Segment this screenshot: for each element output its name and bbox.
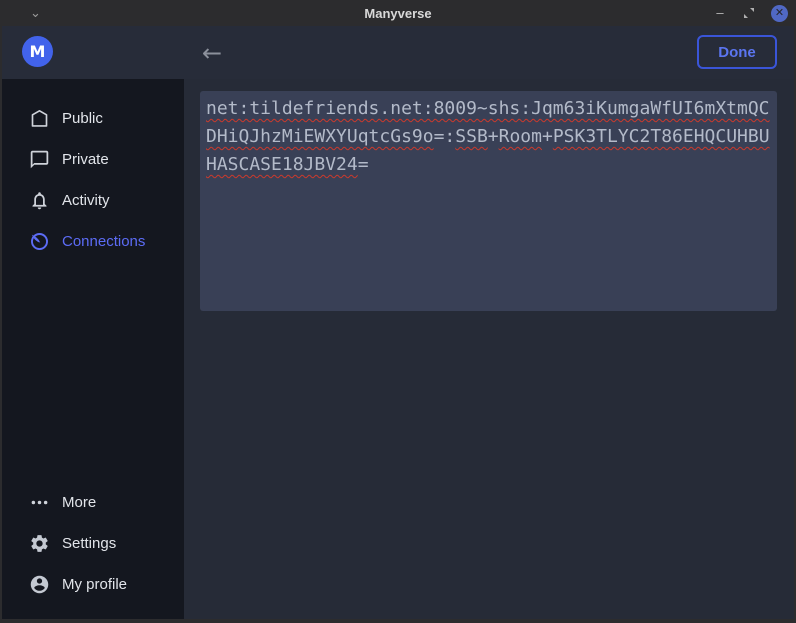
invite-text-segment: =: — [434, 126, 456, 147]
sidebar-item-label: Activity — [62, 192, 110, 209]
ellipsis-icon — [29, 492, 50, 513]
done-button[interactable]: Done — [697, 35, 777, 69]
minimize-button[interactable]: – — [713, 8, 727, 18]
manyverse-logo: M — [22, 36, 53, 67]
invite-text-segment: + — [488, 126, 499, 147]
sidebar-item-public[interactable]: Public — [2, 98, 184, 139]
connections-icon — [29, 231, 50, 252]
sidebar-item-more[interactable]: More — [2, 482, 184, 523]
account-circle-icon — [29, 574, 50, 595]
titlebar: ⌄ Manyverse – ✕ — [0, 0, 796, 26]
sidebar-bottom-nav: More Settings My — [2, 482, 184, 605]
bulletin-board-icon — [29, 108, 50, 129]
bell-icon — [29, 190, 50, 211]
back-button[interactable]: ← — [202, 26, 222, 79]
sidebar-item-label: Settings — [62, 535, 116, 552]
invite-text-segment: = — [358, 154, 369, 175]
sidebar-item-label: My profile — [62, 576, 127, 593]
sidebar-item-label: Connections — [62, 233, 145, 250]
sidebar-nav: Public Private A — [2, 98, 184, 262]
sidebar-item-my-profile[interactable]: My profile — [2, 564, 184, 605]
invite-text-segment: Room — [499, 126, 542, 147]
sidebar-item-settings[interactable]: Settings — [2, 523, 184, 564]
sidebar: Public Private A — [2, 79, 184, 619]
invite-text-segment: SSB — [455, 126, 488, 147]
invite-input[interactable]: net:tildefriends.net:8009~shs:Jqm63iKumg… — [200, 91, 777, 311]
app-header: M ← Done — [2, 26, 794, 79]
sidebar-item-label: Public — [62, 110, 103, 127]
sidebar-item-private[interactable]: Private — [2, 139, 184, 180]
gear-icon — [29, 533, 50, 554]
chat-bubble-icon — [29, 149, 50, 170]
sidebar-item-label: Private — [62, 151, 109, 168]
app-body: M ← Done Public — [2, 26, 794, 619]
close-button[interactable]: ✕ — [771, 5, 788, 22]
window-title: Manyverse — [0, 6, 796, 21]
main-content: net:tildefriends.net:8009~shs:Jqm63iKumg… — [184, 79, 794, 619]
chevron-down-icon[interactable]: ⌄ — [30, 1, 41, 25]
restore-button[interactable] — [743, 7, 755, 19]
sidebar-item-connections[interactable]: Connections — [2, 221, 184, 262]
invite-text-segment: + — [542, 126, 553, 147]
sidebar-item-activity[interactable]: Activity — [2, 180, 184, 221]
app-window: ⌄ Manyverse – ✕ M ← Done — [0, 0, 796, 623]
sidebar-item-label: More — [62, 494, 96, 511]
